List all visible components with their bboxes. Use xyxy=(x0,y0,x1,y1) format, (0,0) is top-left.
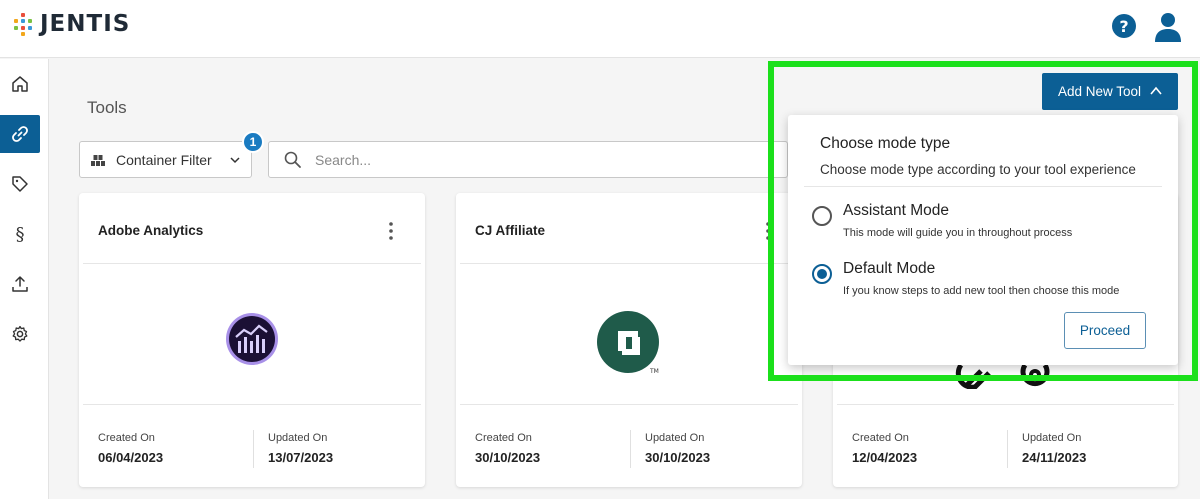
jentis-logo-icon xyxy=(12,13,34,36)
add-new-tool-button[interactable]: Add New Tool xyxy=(1042,73,1178,110)
help-icon: ? xyxy=(1119,16,1129,36)
card-divider xyxy=(83,263,421,264)
tool-logo-partial xyxy=(955,363,1050,389)
more-vertical-icon[interactable] xyxy=(387,221,395,241)
card-title: Adobe Analytics xyxy=(98,223,204,238)
tool-card[interactable]: Adobe Analytics Created On 06/04/2023 Upd… xyxy=(79,193,425,487)
updated-on: Updated On 13/07/2023 xyxy=(268,432,334,465)
logo-text: JENTIS xyxy=(40,11,131,37)
svg-text:TM: TM xyxy=(649,368,659,375)
cj-affiliate-logo: TM xyxy=(597,311,659,375)
default-mode-label: Default Mode xyxy=(843,260,936,277)
search-icon xyxy=(284,151,301,168)
tool-card[interactable]: CJ Affiliate TM Created On 30/10/2023 Upd… xyxy=(456,193,802,487)
card-title: CJ Affiliate xyxy=(475,223,546,238)
mode-panel-subtitle: Choose mode type according to your tool … xyxy=(820,162,1136,177)
link-icon xyxy=(12,126,28,142)
user-avatar-icon[interactable] xyxy=(1153,11,1183,43)
nav-tools[interactable] xyxy=(0,115,40,153)
mode-panel-title: Choose mode type xyxy=(820,135,951,152)
updated-on: Updated On 30/10/2023 xyxy=(645,432,711,465)
created-on: Created On 06/04/2023 xyxy=(98,432,164,465)
nav-tags[interactable] xyxy=(0,165,40,203)
add-new-tool-label: Add New Tool xyxy=(1058,84,1142,99)
section-sign-icon: § xyxy=(15,223,25,245)
nav-legal[interactable]: § xyxy=(0,215,40,253)
nav-settings[interactable] xyxy=(0,315,40,353)
meta-separator xyxy=(630,430,631,468)
created-on: Created On 30/10/2023 xyxy=(475,432,541,465)
card-divider xyxy=(83,404,421,405)
meta-separator xyxy=(1007,430,1008,468)
assistant-mode-label: Assistant Mode xyxy=(843,202,949,219)
updated-on: Updated On 24/11/2023 xyxy=(1022,432,1087,465)
container-filter-label: Container Filter xyxy=(116,151,212,168)
help-button[interactable]: ? xyxy=(1112,14,1136,38)
search-field[interactable] xyxy=(268,141,788,178)
more-vertical-icon[interactable] xyxy=(764,221,772,241)
top-header: JENTIS ? xyxy=(0,0,1200,58)
chevron-down-icon xyxy=(230,157,240,164)
nav-home[interactable] xyxy=(0,65,40,103)
gear-icon xyxy=(12,325,28,342)
created-on: Created On 12/04/2023 xyxy=(852,432,918,465)
choose-mode-dropdown: Choose mode type Choose mode type accord… xyxy=(788,115,1178,365)
meta-separator xyxy=(253,430,254,468)
container-icon xyxy=(91,154,105,166)
page-title: Tools xyxy=(87,98,127,117)
proceed-button[interactable]: Proceed xyxy=(1064,312,1146,349)
tag-icon xyxy=(12,176,28,192)
card-divider xyxy=(460,404,798,405)
upload-icon xyxy=(12,276,28,292)
search-input[interactable] xyxy=(315,151,715,168)
side-navigation: § xyxy=(0,59,49,499)
chevron-up-icon xyxy=(1150,86,1162,95)
nav-publish[interactable] xyxy=(0,265,40,303)
default-mode-description: If you know steps to add new tool then c… xyxy=(843,285,1120,297)
filter-count-badge: 1 xyxy=(242,131,264,153)
assistant-mode-radio[interactable] xyxy=(812,206,832,226)
default-mode-radio[interactable] xyxy=(812,264,832,284)
jentis-logo[interactable]: JENTIS xyxy=(12,11,130,37)
container-filter-dropdown[interactable]: Container Filter xyxy=(79,141,252,178)
card-divider xyxy=(837,404,1174,405)
mode-panel-divider xyxy=(804,186,1162,187)
home-icon xyxy=(12,76,28,92)
card-divider xyxy=(460,263,798,264)
assistant-mode-description: This mode will guide you in throughout p… xyxy=(843,227,1073,239)
adobe-analytics-logo xyxy=(226,313,278,365)
